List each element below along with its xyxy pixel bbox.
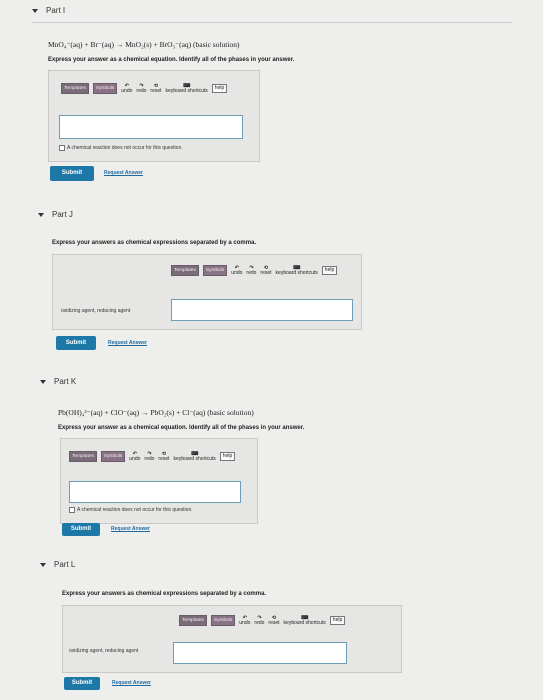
- part-i-answer-input[interactable]: [59, 115, 243, 139]
- collapse-triangle-icon[interactable]: [40, 379, 46, 384]
- part-l-answer-input[interactable]: [173, 642, 347, 664]
- part-i-prompt: Express your answer as a chemical equati…: [48, 57, 295, 63]
- templates-button[interactable]: Templates: [69, 451, 97, 462]
- help-button[interactable]: help: [329, 616, 346, 625]
- part-k-answer-panel: Templates Symbols ↶ undo ↷ redo ⟲ reset ⌨ ke…: [60, 438, 258, 524]
- keyboard-shortcuts-button[interactable]: ⌨ keyboard shortcuts: [174, 451, 216, 462]
- part-j-label: Part J: [52, 210, 73, 219]
- part-k-label: Part K: [54, 377, 77, 386]
- part-j-answer-input[interactable]: [171, 299, 353, 321]
- reset-button[interactable]: ⟲ reset: [158, 451, 169, 462]
- part-j-submit-button[interactable]: Submit: [56, 336, 96, 350]
- part-l-header[interactable]: Part L: [40, 560, 75, 569]
- math-toolbar: Templates Symbols ↶ undo ↷ redo ⟲ reset ⌨ ke…: [171, 265, 338, 276]
- part-k-submit-button[interactable]: Submit: [62, 523, 100, 536]
- part-i-header[interactable]: Part I: [32, 6, 65, 15]
- help-button[interactable]: help: [219, 452, 236, 461]
- part-j-prompt: Express your answers as chemical express…: [52, 240, 257, 246]
- symbols-button[interactable]: Symbols: [100, 451, 126, 462]
- templates-button[interactable]: Templates: [179, 615, 207, 626]
- symbols-button[interactable]: Symbols: [202, 265, 228, 276]
- math-toolbar: Templates Symbols ↶ undo ↷ redo ⟲ reset ⌨ ke…: [69, 451, 236, 462]
- part-i-submit-button[interactable]: Submit: [50, 166, 94, 181]
- divider: [32, 22, 512, 23]
- part-l-label: Part L: [54, 560, 76, 569]
- collapse-triangle-icon[interactable]: [40, 562, 46, 567]
- part-j-answer-panel: Templates Symbols ↶ undo ↷ redo ⟲ reset ⌨ ke…: [52, 254, 362, 330]
- undo-button[interactable]: ↶ undo: [239, 615, 250, 626]
- redo-button[interactable]: ↷ redo: [254, 615, 264, 626]
- keyboard-shortcuts-button[interactable]: ⌨ keyboard shortcuts: [276, 265, 318, 276]
- part-k-equation: Pb(OH)₄²⁻(aq) + ClO⁻(aq) → PbO₂(s) + Cl⁻…: [58, 408, 254, 417]
- part-l-request-answer-link[interactable]: Request Answer: [112, 680, 151, 686]
- keyboard-shortcuts-button[interactable]: ⌨ keyboard shortcuts: [166, 83, 208, 94]
- checkbox[interactable]: [59, 145, 65, 151]
- help-button[interactable]: help: [211, 84, 228, 93]
- part-k-header[interactable]: Part K: [40, 377, 76, 386]
- redo-button[interactable]: ↷ redo: [246, 265, 256, 276]
- part-k-no-reaction-checkbox[interactable]: A chemical reaction does not occur for t…: [69, 507, 193, 513]
- help-button[interactable]: help: [321, 266, 338, 275]
- part-l-prompt: Express your answers as chemical express…: [62, 591, 267, 597]
- part-i-equation: MnO₄⁻(aq) + Br⁻(aq) → MnO₂(s) + BrO₃⁻(aq…: [48, 40, 240, 49]
- checkbox[interactable]: [69, 507, 75, 513]
- undo-button[interactable]: ↶ undo: [121, 83, 132, 94]
- part-i-request-answer-link[interactable]: Request Answer: [104, 170, 143, 176]
- keyboard-shortcuts-button[interactable]: ⌨ keyboard shortcuts: [284, 615, 326, 626]
- part-k-prompt: Express your answer as a chemical equati…: [58, 425, 305, 431]
- part-k-request-answer-link[interactable]: Request Answer: [111, 526, 150, 532]
- part-i-answer-panel: Templates Symbols ↶ undo ↷ redo ⟲ reset ⌨ ke…: [48, 70, 260, 162]
- part-j-header[interactable]: Part J: [38, 210, 73, 219]
- templates-button[interactable]: Templates: [61, 83, 89, 94]
- part-i-no-reaction-checkbox[interactable]: A chemical reaction does not occur for t…: [59, 145, 183, 151]
- undo-button[interactable]: ↶ undo: [231, 265, 242, 276]
- collapse-triangle-icon[interactable]: [32, 8, 38, 13]
- symbols-button[interactable]: Symbols: [210, 615, 236, 626]
- reset-button[interactable]: ⟲ reset: [268, 615, 279, 626]
- collapse-triangle-icon[interactable]: [38, 212, 44, 217]
- math-toolbar: Templates Symbols ↶ undo ↷ redo ⟲ reset ⌨ ke…: [61, 83, 228, 94]
- part-i-label: Part I: [46, 6, 66, 15]
- templates-button[interactable]: Templates: [171, 265, 199, 276]
- redo-button[interactable]: ↷ redo: [144, 451, 154, 462]
- part-j-request-answer-link[interactable]: Request Answer: [108, 340, 147, 346]
- redo-button[interactable]: ↷ redo: [136, 83, 146, 94]
- math-toolbar: Templates Symbols ↶ undo ↷ redo ⟲ reset ⌨ ke…: [179, 615, 346, 626]
- part-l-submit-button[interactable]: Submit: [64, 677, 100, 690]
- reset-button[interactable]: ⟲ reset: [150, 83, 161, 94]
- part-k-answer-input[interactable]: [69, 481, 241, 503]
- part-l-answer-panel: Templates Symbols ↶ undo ↷ redo ⟲ reset ⌨ ke…: [62, 605, 402, 673]
- symbols-button[interactable]: Symbols: [92, 83, 118, 94]
- part-j-field-label: oxidizing agent, reducing agent: [61, 308, 131, 314]
- part-l-field-label: oxidizing agent, reducing agent: [69, 648, 139, 654]
- undo-button[interactable]: ↶ undo: [129, 451, 140, 462]
- reset-button[interactable]: ⟲ reset: [260, 265, 271, 276]
